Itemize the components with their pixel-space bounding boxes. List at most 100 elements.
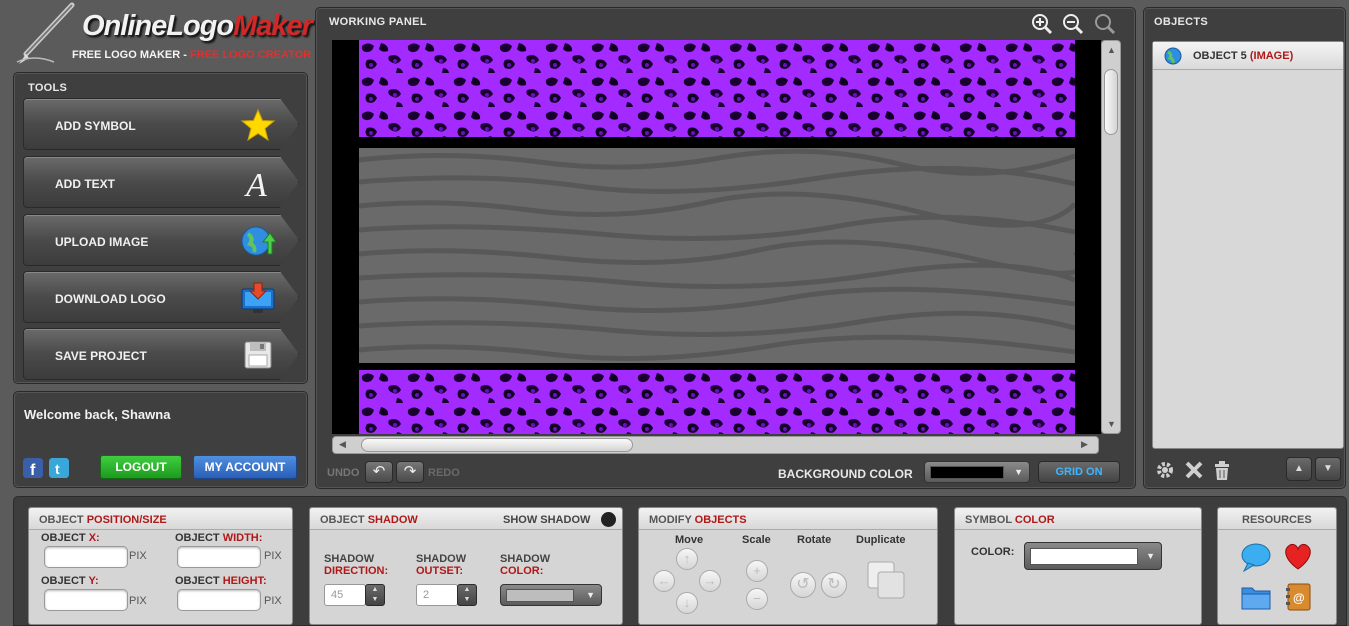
scale-up-icon[interactable]: + [746,560,768,582]
duplicate-icon[interactable] [866,560,906,600]
object-width-input[interactable] [177,546,261,568]
list-item[interactable]: OBJECT 5 (IMAGE) [1153,42,1343,70]
background-color-swatch [930,466,1004,479]
shadow-direction-stepper[interactable]: 45 ▲ ▼ [324,584,385,606]
leopard-pattern-bottom-image[interactable] [359,370,1075,434]
address-book-icon[interactable]: @ [1284,582,1312,612]
position-size-header: OBJECT POSITION/SIZE [29,508,292,530]
properties-bar: OBJECT POSITION/SIZE OBJECT X: PIX OBJEC… [13,496,1347,626]
zebra-pattern-image[interactable] [359,148,1075,363]
modify-objects-header: MODIFY OBJECTS [639,508,937,530]
symbol-color-label: COLOR: [971,546,1015,558]
shadow-outset-value[interactable]: 2 [416,584,458,606]
symbol-color-select[interactable]: ▼ [1024,542,1162,570]
symbol-color-panel: SYMBOL COLOR COLOR: ▼ [954,507,1202,625]
vertical-scrollbar[interactable]: ▲ ▼ [1101,40,1121,434]
shadow-outset-label: SHADOW OUTSET: [416,553,467,577]
shadow-direction-value[interactable]: 45 [324,584,366,606]
object-width-label: OBJECT WIDTH: [175,532,263,544]
stepper-arrows-icon[interactable]: ▲ ▼ [365,584,385,606]
shadow-outset-stepper[interactable]: 2 ▲ ▼ [416,584,477,606]
objects-panel: OBJECTS OBJECT 5 (IMAGE) ▲ ▼ [1143,7,1346,489]
svg-text:t: t [55,461,60,477]
design-canvas[interactable] [332,40,1101,434]
position-size-title: OBJECT POSITION/SIZE [39,514,167,526]
tools-panel: TOOLS ADD SYMBOL ADD TEXT A UPLOAD IMAGE… [13,72,308,384]
move-right-arrow-icon[interactable]: → [699,570,721,592]
gear-icon[interactable] [1154,459,1176,481]
download-logo-label: DOWNLOAD LOGO [55,292,166,306]
object-x-input[interactable] [44,546,128,568]
folder-icon[interactable] [1240,582,1272,612]
add-text-button[interactable]: ADD TEXT A [23,156,299,208]
twitter-icon[interactable]: t [49,458,69,478]
move-down-arrow-icon[interactable]: ↓ [676,592,698,614]
rotate-label: Rotate [797,534,832,546]
leopard-pattern-top-image[interactable] [359,40,1075,137]
scale-label: Scale [742,534,771,546]
redo-label: REDO [428,467,460,479]
move-up-arrow-icon[interactable]: ↑ [676,548,698,570]
working-panel: WORKING PANEL ▲ ▼ ◀ ▶ UNDO ↶ ↷ REDO BACK… [315,7,1136,489]
y-unit-label: PIX [129,595,147,607]
resources-panel: RESOURCES @ [1217,507,1337,625]
trash-icon[interactable] [1211,459,1233,481]
objects-title: OBJECTS [1154,16,1209,28]
move-label: Move [675,534,704,546]
scroll-right-arrow-icon[interactable]: ▶ [1081,439,1088,450]
logout-button[interactable]: LOGOUT [100,455,182,479]
vertical-scroll-thumb[interactable] [1104,69,1118,135]
shadow-color-select[interactable]: ▼ [500,584,602,606]
move-left-arrow-icon[interactable]: ← [653,570,675,592]
zoom-in-icon[interactable] [1031,13,1053,35]
brand-name: OnlineLogoMaker [82,10,313,42]
move-up-button[interactable]: ▲ [1286,457,1312,481]
scale-down-icon[interactable]: − [746,588,768,610]
shadow-color-label: SHADOW COLOR: [500,553,551,577]
move-down-button[interactable]: ▼ [1315,457,1341,481]
save-project-button[interactable]: SAVE PROJECT [23,328,299,380]
shadow-color-swatch [506,589,574,602]
chevron-down-icon: ▼ [1146,551,1155,561]
horizontal-scroll-thumb[interactable] [361,438,633,452]
object-y-input[interactable] [44,589,128,611]
chevron-down-icon: ▼ [586,590,595,600]
close-icon[interactable] [1183,459,1205,481]
star-icon [240,108,276,142]
undo-button[interactable]: ↶ [365,461,393,483]
facebook-icon[interactable]: f [23,458,43,478]
duplicate-label: Duplicate [856,534,906,546]
scroll-down-arrow-icon[interactable]: ▼ [1107,419,1116,429]
rotate-right-icon[interactable]: ↻ [821,572,847,598]
download-logo-button[interactable]: DOWNLOAD LOGO [23,271,299,323]
speech-bubble-icon[interactable] [1240,542,1272,572]
brand-tagline: FREE LOGO MAKER - FREE LOGO CREATOR [72,49,312,61]
text-a-icon: A [244,167,267,200]
zoom-out-icon[interactable] [1062,13,1084,35]
scroll-left-arrow-icon[interactable]: ◀ [339,439,346,450]
add-symbol-button[interactable]: ADD SYMBOL [23,98,299,150]
stepper-arrows-icon[interactable]: ▲ ▼ [457,584,477,606]
zoom-reset-icon[interactable] [1094,13,1116,35]
heart-icon[interactable] [1282,541,1314,571]
height-unit-label: PIX [264,595,282,607]
site-logo: OnlineLogoMaker FREE LOGO MAKER - FREE L… [14,0,313,68]
upload-image-button[interactable]: UPLOAD IMAGE [23,214,299,266]
show-shadow-toggle[interactable] [601,512,616,527]
rotate-left-icon[interactable]: ↺ [790,572,816,598]
welcome-message: Welcome back, Shawna [24,407,171,422]
my-account-button[interactable]: MY ACCOUNT [193,455,297,479]
horizontal-scrollbar[interactable]: ◀ ▶ [332,436,1099,454]
modify-objects-title: MODIFY OBJECTS [649,514,747,526]
object-x-label: OBJECT X: [41,532,100,544]
redo-button[interactable]: ↷ [396,461,424,483]
add-symbol-label: ADD SYMBOL [55,119,136,133]
shadow-title: OBJECT SHADOW [320,514,418,526]
background-color-select[interactable]: ▼ [924,461,1030,483]
grid-toggle-button[interactable]: GRID ON [1038,461,1120,483]
objects-list: OBJECT 5 (IMAGE) [1152,41,1344,449]
globe-upload-icon [241,226,276,256]
object-height-input[interactable] [177,589,261,611]
scroll-up-arrow-icon[interactable]: ▲ [1107,45,1116,55]
working-panel-title: WORKING PANEL [329,16,427,28]
